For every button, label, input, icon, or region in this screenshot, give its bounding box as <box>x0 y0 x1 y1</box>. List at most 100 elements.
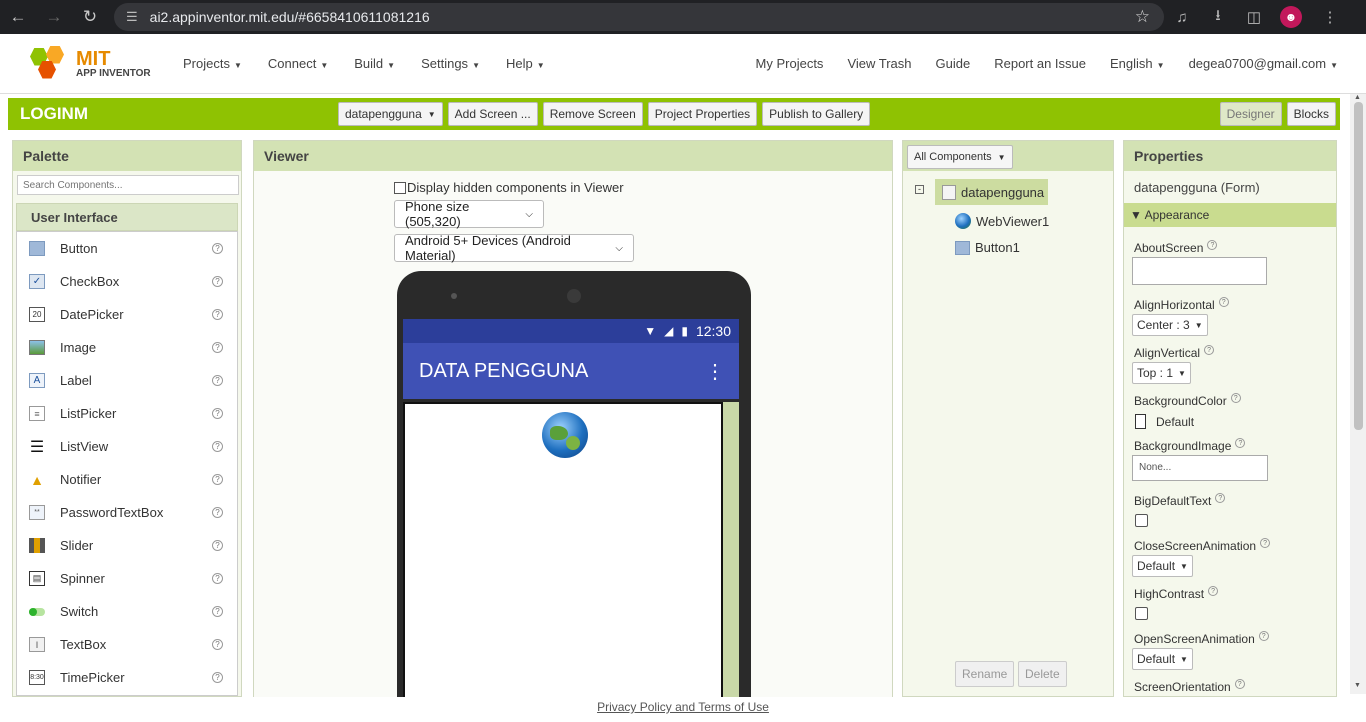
help-icon[interactable]: ? <box>212 606 223 617</box>
help-icon[interactable]: ? <box>1230 393 1241 403</box>
menu-help[interactable]: Help ▼ <box>506 56 545 71</box>
palette-item-passwordtextbox[interactable]: ** PasswordTextBox? <box>17 496 237 529</box>
palette-item-slider[interactable]: Slider? <box>17 529 237 562</box>
tree-node-webviewer1[interactable]: WebViewer1 <box>955 213 1049 229</box>
help-icon[interactable]: ? <box>212 672 223 683</box>
palette-title: Palette <box>13 141 241 171</box>
link-guide[interactable]: Guide <box>936 56 971 71</box>
help-icon[interactable]: ? <box>1215 493 1226 503</box>
menu-language[interactable]: English ▼ <box>1110 56 1165 71</box>
background-color-picker[interactable]: Default <box>1135 414 1194 429</box>
url-text[interactable]: ai2.appinventor.mit.edu/#665841061108121… <box>150 9 1135 25</box>
tree-node-button1[interactable]: Button1 <box>955 240 1020 255</box>
help-icon[interactable]: ? <box>212 276 223 287</box>
palette-item-timepicker[interactable]: 8:30 TimePicker? <box>17 661 237 694</box>
palette-item-image[interactable]: Image? <box>17 331 237 364</box>
palette-item-button[interactable]: Button? <box>17 232 237 265</box>
link-report-issue[interactable]: Report an Issue <box>994 56 1086 71</box>
help-icon[interactable]: ? <box>212 342 223 353</box>
site-settings-icon[interactable]: ☰ <box>126 9 138 25</box>
theme-select[interactable]: Android 5+ Devices (Android Material) ⌵ <box>394 233 634 263</box>
phone-size-select[interactable]: Phone size (505,320) ⌵ <box>394 199 544 229</box>
delete-button[interactable]: Delete <box>1018 661 1067 687</box>
scroll-up-icon[interactable]: ▲ <box>1354 94 1361 101</box>
help-icon[interactable]: ? <box>212 309 223 320</box>
designer-button[interactable]: Designer <box>1219 102 1282 126</box>
screen-select[interactable]: datapengguna ▼ <box>338 102 443 126</box>
palette-item-label[interactable]: A Label? <box>17 364 237 397</box>
mit-logo[interactable]: MIT APP INVENTOR <box>28 45 183 82</box>
privacy-link[interactable]: Privacy Policy and Terms of Use <box>597 700 769 714</box>
help-icon[interactable]: ? <box>1218 297 1229 307</box>
link-my-projects[interactable]: My Projects <box>756 56 824 71</box>
palette-item-datepicker[interactable]: 20 DatePicker? <box>17 298 237 331</box>
forward-icon[interactable]: → <box>36 7 72 27</box>
close-animation-dropdown[interactable]: Default ▼ <box>1132 555 1193 577</box>
high-contrast-checkbox[interactable] <box>1135 607 1148 620</box>
browser-menu-icon[interactable]: ⋮ <box>1312 8 1348 26</box>
search-components-input[interactable] <box>17 175 239 195</box>
scrollbar-thumb[interactable] <box>1354 102 1363 430</box>
blocks-button[interactable]: Blocks <box>1286 102 1336 126</box>
publish-gallery-button[interactable]: Publish to Gallery <box>762 102 871 126</box>
webviewer-globe-icon[interactable] <box>542 412 588 458</box>
menu-build[interactable]: Build ▼ <box>354 56 395 71</box>
open-animation-dropdown[interactable]: Default ▼ <box>1132 648 1193 670</box>
help-icon[interactable]: ? <box>212 540 223 551</box>
align-horizontal-dropdown[interactable]: Center : 3 ▼ <box>1132 314 1208 336</box>
appearance-section[interactable]: ▼ Appearance <box>1124 203 1336 227</box>
big-default-text-checkbox[interactable] <box>1135 514 1148 527</box>
phone-screen[interactable] <box>403 402 723 711</box>
help-icon[interactable]: ? <box>1235 438 1246 448</box>
menu-settings[interactable]: Settings ▼ <box>421 56 480 71</box>
profile-avatar[interactable]: ☻ <box>1280 6 1302 28</box>
menu-account[interactable]: degea0700@gmail.com ▼ <box>1189 56 1338 71</box>
bookmark-star-icon[interactable]: ☆ <box>1135 7 1150 27</box>
address-bar[interactable]: ☰ ai2.appinventor.mit.edu/#6658410611081… <box>114 3 1164 31</box>
help-icon[interactable]: ? <box>212 573 223 584</box>
collapse-icon[interactable]: - <box>915 185 924 194</box>
project-properties-button[interactable]: Project Properties <box>647 102 758 126</box>
help-icon[interactable]: ? <box>1207 240 1218 250</box>
help-icon[interactable]: ? <box>212 243 223 254</box>
add-screen-button[interactable]: Add Screen ... <box>447 102 538 126</box>
align-vertical-dropdown[interactable]: Top : 1 ▼ <box>1132 362 1191 384</box>
reload-icon[interactable]: ↻ <box>72 7 108 27</box>
help-icon[interactable]: ? <box>1258 631 1269 641</box>
palette-item-listview[interactable]: ☰ ListView? <box>17 430 237 463</box>
scroll-down-icon[interactable]: ▼ <box>1354 682 1361 689</box>
media-icon[interactable]: ♫ <box>1164 9 1200 26</box>
help-icon[interactable]: ? <box>212 474 223 485</box>
side-panel-icon[interactable]: ◫ <box>1236 8 1272 26</box>
display-hidden-checkbox[interactable] <box>394 181 406 194</box>
all-components-select[interactable]: All Components ▼ <box>907 145 1013 169</box>
help-icon[interactable]: ? <box>212 375 223 386</box>
tree-node-datapengguna[interactable]: datapengguna <box>935 179 1049 205</box>
help-icon[interactable]: ? <box>212 408 223 419</box>
menu-connect[interactable]: Connect ▼ <box>268 56 328 71</box>
palette-item-spinner[interactable]: ▤ Spinner? <box>17 562 237 595</box>
palette-item-listpicker[interactable]: ≡ ListPicker? <box>17 397 237 430</box>
remove-screen-button[interactable]: Remove Screen <box>542 102 643 126</box>
category-user-interface[interactable]: User Interface <box>16 203 238 231</box>
background-image-picker[interactable]: None... <box>1132 455 1268 481</box>
help-icon[interactable]: ? <box>212 441 223 452</box>
help-icon[interactable]: ? <box>212 507 223 518</box>
rename-button[interactable]: Rename <box>955 661 1015 687</box>
link-view-trash[interactable]: View Trash <box>847 56 911 71</box>
page-scrollbar[interactable]: ▲ ▼ <box>1350 94 1366 694</box>
help-icon[interactable]: ? <box>1234 679 1245 689</box>
display-hidden-toggle[interactable]: Display hidden components in Viewer <box>394 180 624 195</box>
menu-projects[interactable]: Projects ▼ <box>183 56 242 71</box>
download-icon[interactable]: ⭳ <box>1200 5 1236 30</box>
palette-item-checkbox[interactable]: ✓ CheckBox? <box>17 265 237 298</box>
palette-item-notifier[interactable]: ▲ Notifier? <box>17 463 237 496</box>
palette-item-switch[interactable]: Switch? <box>17 595 237 628</box>
back-icon[interactable]: ← <box>0 7 36 27</box>
about-screen-textarea[interactable] <box>1132 257 1267 285</box>
help-icon[interactable]: ? <box>1208 586 1219 596</box>
help-icon[interactable]: ? <box>1260 538 1271 548</box>
palette-item-textbox[interactable]: I TextBox? <box>17 628 237 661</box>
help-icon[interactable]: ? <box>1204 345 1215 355</box>
help-icon[interactable]: ? <box>212 639 223 650</box>
